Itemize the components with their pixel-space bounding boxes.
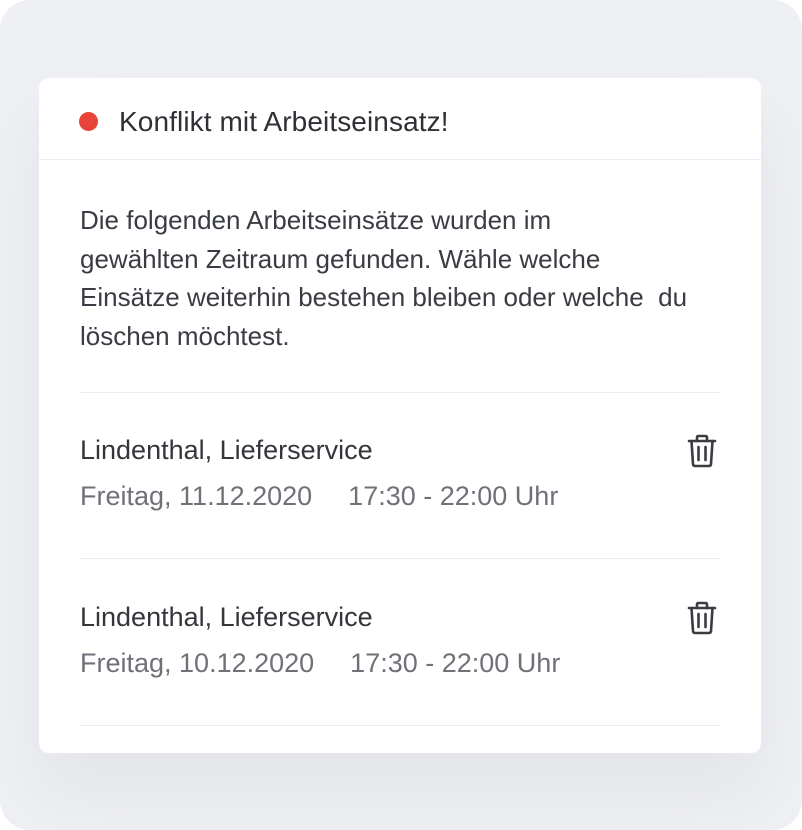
conflict-dialog: Konflikt mit Arbeitseinsatz! Die folgend… [39, 78, 761, 753]
trash-icon [687, 434, 717, 468]
assignment-item: Lindenthal, Lieferservice Freitag, 10.12… [80, 600, 720, 710]
assignment-details: Freitag, 11.12.2020 17:30 - 22:00 Uhr [80, 479, 558, 513]
dialog-description: Die folgenden Arbeitseinsätze wurden im … [80, 205, 688, 351]
divider [80, 558, 720, 559]
delete-assignment-button[interactable] [684, 600, 720, 636]
dialog-header: Konflikt mit Arbeitseinsatz! [39, 78, 761, 160]
dialog-title: Konflikt mit Arbeitseinsatz! [119, 106, 449, 137]
assignment-time: 17:30 - 22:00 Uhr [350, 648, 561, 678]
delete-assignment-button[interactable] [684, 433, 720, 469]
screen-background: Konflikt mit Arbeitseinsatz! Die folgend… [0, 0, 802, 830]
divider [80, 392, 720, 393]
assignment-date: Freitag, 11.12.2020 [80, 481, 313, 511]
assignment-date: Freitag, 10.12.2020 [80, 648, 315, 678]
assignment-details: Freitag, 10.12.2020 17:30 - 22:00 Uhr [80, 646, 560, 680]
assignment-title: Lindenthal, Lieferservice [80, 602, 373, 632]
assignment-item: Lindenthal, Lieferservice Freitag, 11.12… [80, 433, 720, 543]
divider [80, 725, 720, 726]
status-dot-icon [79, 112, 98, 131]
assignment-title: Lindenthal, Lieferservice [80, 435, 373, 465]
trash-icon [687, 601, 717, 635]
assignment-time: 17:30 - 22:00 Uhr [348, 481, 559, 511]
